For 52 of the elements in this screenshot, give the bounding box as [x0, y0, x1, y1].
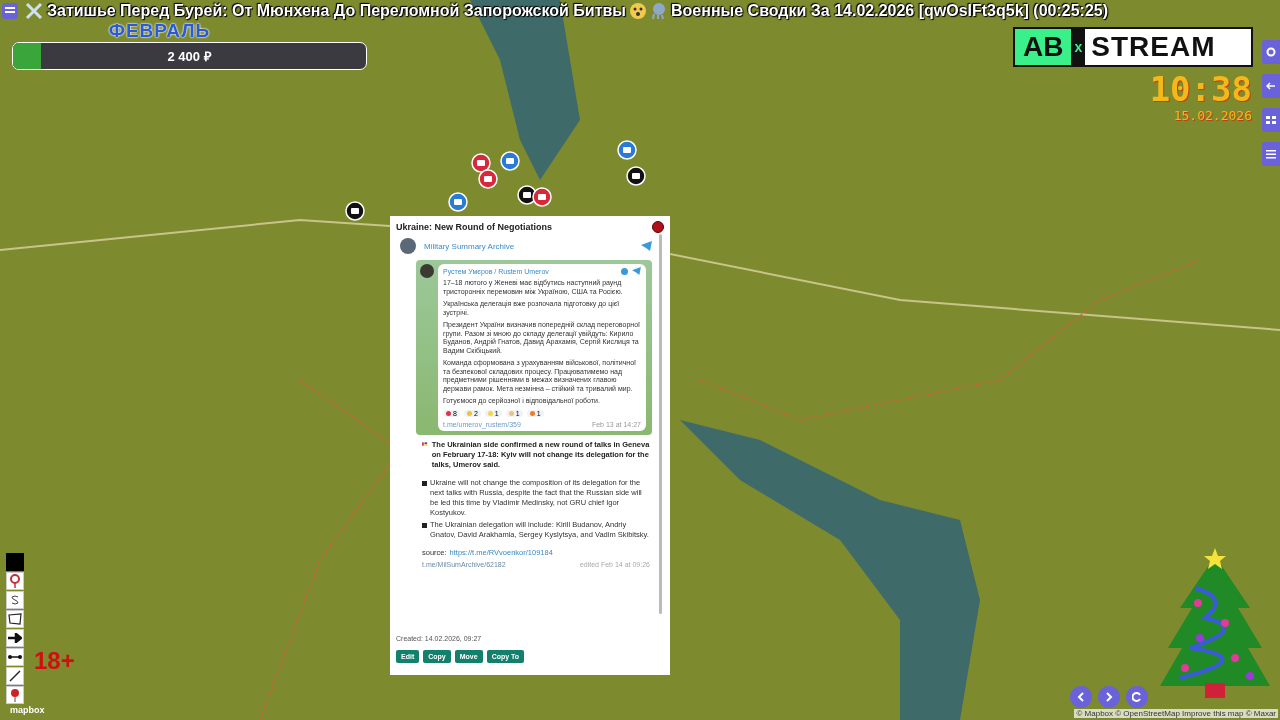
- map-marker-icon[interactable]: [448, 192, 468, 212]
- left-arrow-icon: [1266, 81, 1276, 91]
- flags-icon: [422, 439, 430, 448]
- bullet-icon: [422, 522, 427, 528]
- bullet-icon: [422, 480, 427, 486]
- settings-icon: [1266, 47, 1276, 57]
- clock-date: 15.02.2026: [1173, 108, 1252, 123]
- donation-amount: 2 400 ₽: [167, 48, 212, 65]
- crossed-swords-icon: [24, 1, 44, 21]
- close-button[interactable]: [652, 221, 664, 233]
- goal-label: ФЕВРАЛЬ: [108, 20, 211, 42]
- map-marker-icon[interactable]: [617, 140, 637, 160]
- list-icon: [1266, 149, 1276, 159]
- author-avatar: [420, 264, 434, 278]
- menu-icon: [5, 6, 15, 16]
- map-attribution: © Mapbox © OpenStreetMap Improve this map © Maxar: [1074, 709, 1278, 718]
- stream-title: Затишье Перед Бурей: От Мюнхена До Переломной Запорожской Битвы: [47, 2, 627, 20]
- age-rating: 18+: [34, 647, 75, 675]
- map-marker-icon[interactable]: [532, 187, 552, 207]
- side-panel-button[interactable]: [1262, 108, 1280, 132]
- side-panel-button[interactable]: [1262, 40, 1280, 64]
- menu-button[interactable]: [2, 3, 18, 19]
- side-panel-button[interactable]: [1262, 142, 1280, 166]
- dollar-icon: [11, 595, 19, 605]
- stream-logo: AB x STREAM: [1013, 27, 1253, 67]
- verified-icon: [621, 267, 628, 275]
- arrow-icon: [8, 633, 22, 643]
- clock-time: 10:38: [1149, 70, 1252, 108]
- polygon-icon: [8, 613, 22, 625]
- scrollbar[interactable]: [659, 234, 662, 614]
- paper-plane-icon: [632, 267, 641, 275]
- map-marker-icon[interactable]: [626, 166, 646, 186]
- channel-avatar: [400, 238, 416, 254]
- paper-plane-icon: [641, 241, 652, 251]
- line-icon: [9, 670, 21, 682]
- face-emoji-icon: [629, 2, 648, 20]
- pin-icon: [9, 574, 21, 588]
- map-marker-icon[interactable]: [471, 153, 491, 173]
- popup-title: Ukraine: New Round of Negotiations: [396, 222, 552, 232]
- double-arrow-icon: [8, 654, 22, 660]
- chevron-right-icon: [1105, 692, 1113, 702]
- stream-subtitle: Военные Сводки За 14.02.2026 [qwOsIFt3q5k] (00:25:25): [671, 2, 1109, 20]
- map-marker-icon[interactable]: [478, 169, 498, 189]
- channel-name[interactable]: Military Summary Archive: [424, 241, 633, 251]
- map-brand: mapbox: [10, 705, 45, 715]
- map-marker-icon[interactable]: [500, 151, 520, 171]
- map-pin-icon: [10, 688, 20, 702]
- side-panel-button[interactable]: [1262, 74, 1280, 98]
- grid-icon: [1266, 115, 1276, 125]
- chevron-left-icon: [1077, 692, 1085, 702]
- map-marker-icon[interactable]: [345, 201, 365, 221]
- reload-icon: [1132, 692, 1142, 702]
